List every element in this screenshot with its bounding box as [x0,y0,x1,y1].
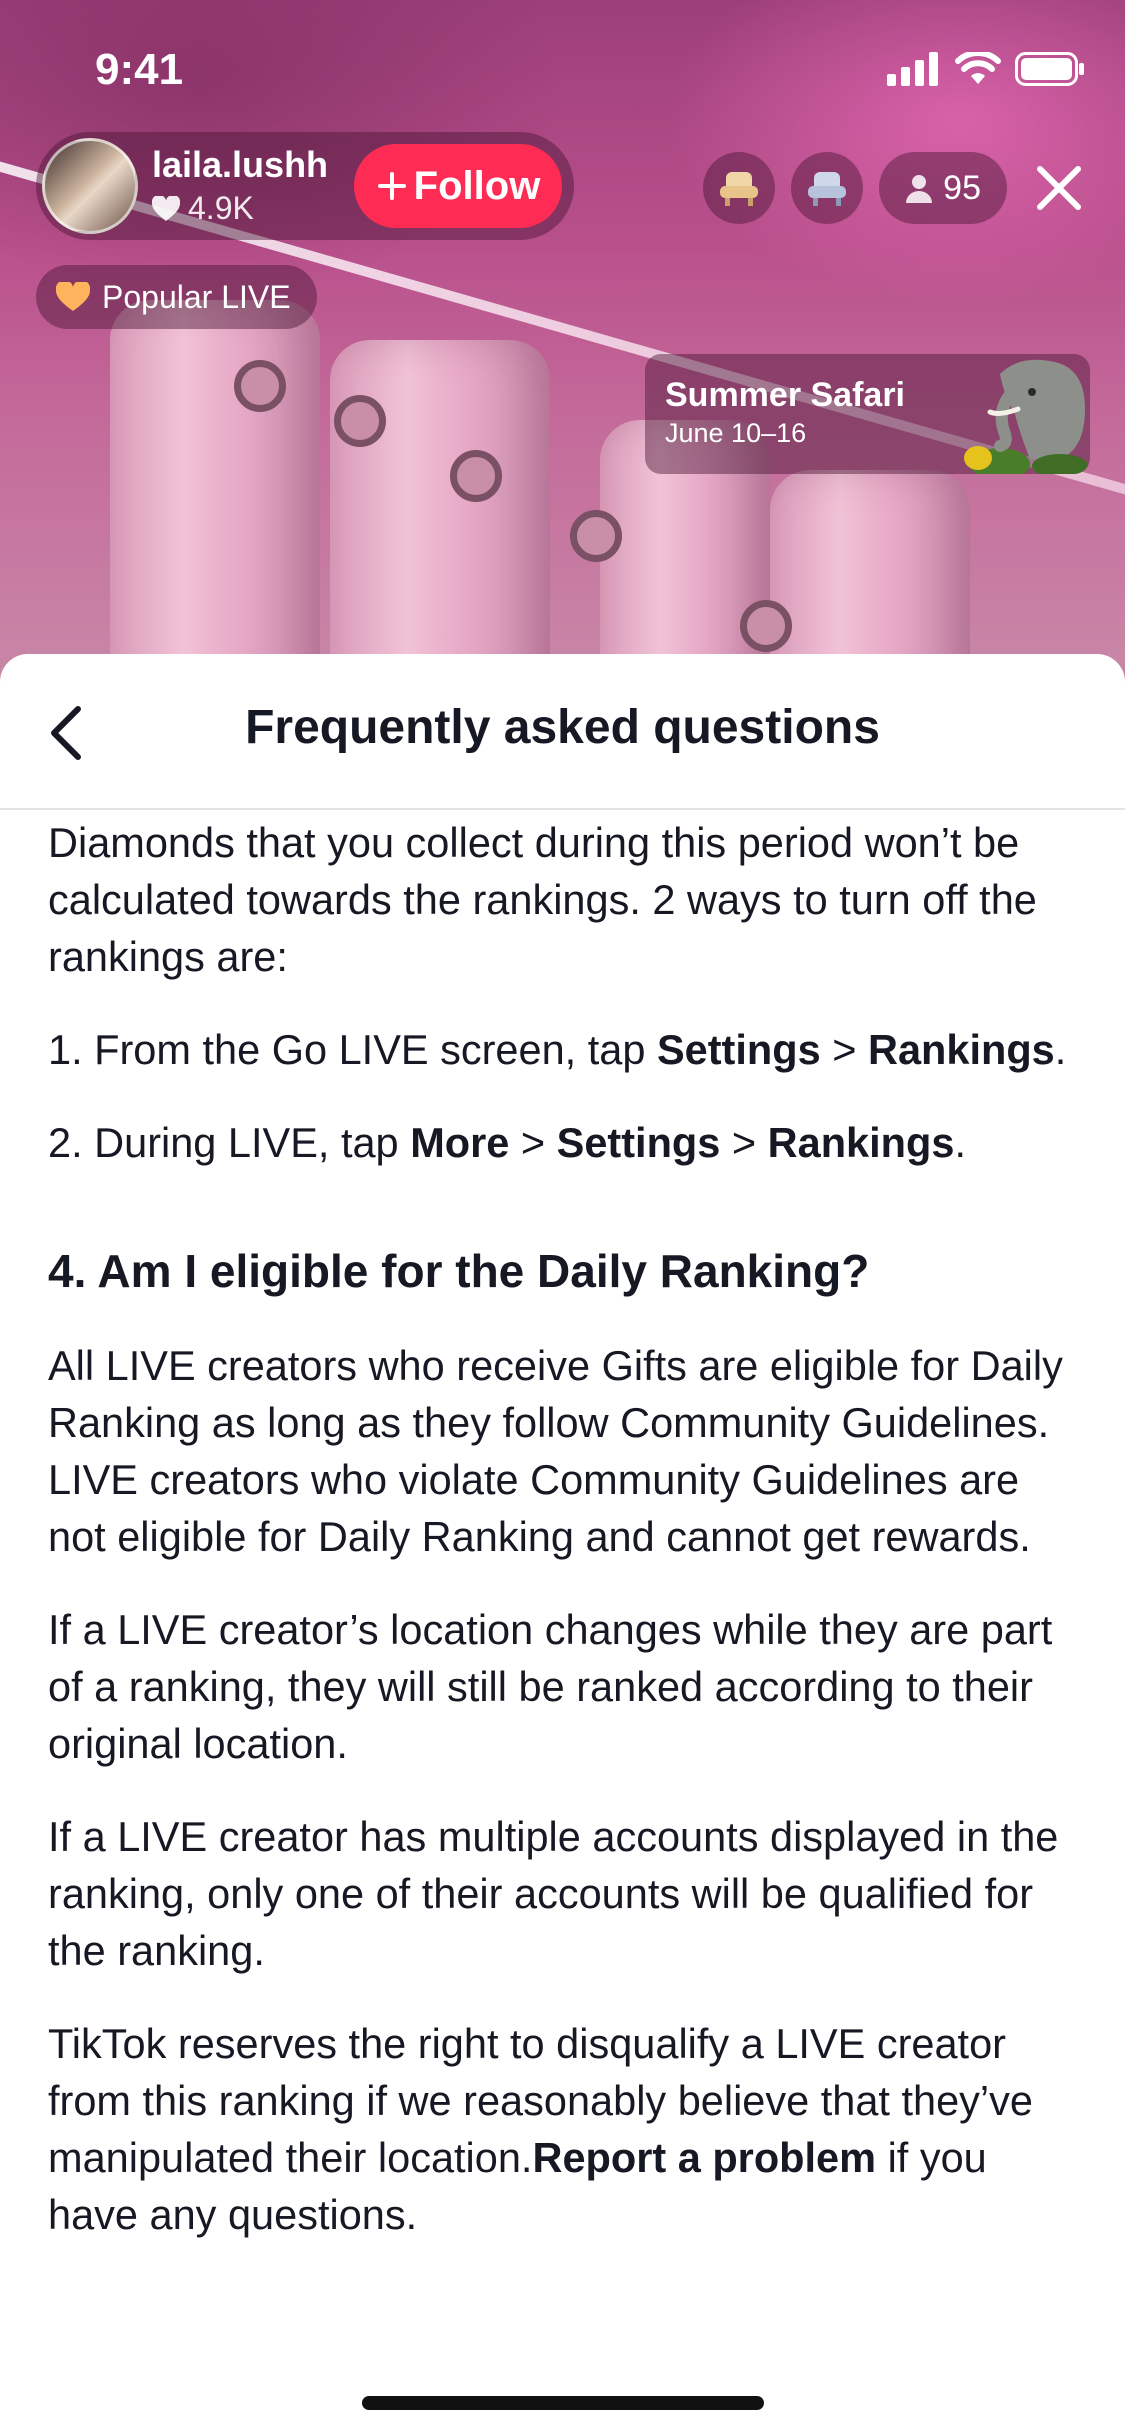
event-title: Summer Safari [665,376,905,414]
viewer-count[interactable]: 95 [879,152,1007,224]
follow-label: Follow [413,163,541,208]
close-icon [1037,166,1081,210]
popular-live-label: Popular LIVE [102,278,291,315]
status-icons [887,52,1085,86]
report-problem-link[interactable]: Report a problem [532,2134,876,2181]
live-stream-background [0,0,1125,700]
host-username: laila.lushh [152,144,329,185]
faq-step-1: 1. From the Go LIVE screen, tap Settings… [48,1021,1077,1078]
top-gifter-1[interactable] [703,152,776,224]
separator: > [720,1119,768,1166]
plus-icon [377,172,406,200]
host-info-pill[interactable]: laila.lushh 4.9K Follow [36,132,574,240]
step-2-text: 2. During LIVE, tap [48,1119,411,1166]
close-button[interactable] [1023,152,1095,224]
rankings-text: Rankings [867,1026,1055,1073]
follow-button[interactable]: Follow [354,144,562,228]
settings-text: Settings [556,1119,721,1166]
period: . [1054,1026,1067,1073]
curtain-panel [110,300,320,700]
curtain-panel [330,340,550,700]
more-text: More [410,1119,510,1166]
faq-answer-paragraph: If a LIVE creator’s location changes whi… [48,1606,1053,1767]
heart-icon [56,282,90,311]
faq-answer-paragraph: If a LIVE creator has multiple accounts … [48,1813,1059,1974]
curtain-ring [234,360,286,412]
host-avatar[interactable] [42,138,138,234]
faq-question-4: 4. Am I eligible for the Daily Ranking? [48,1245,870,1297]
cellular-signal-icon [887,52,938,86]
heart-icon [152,195,180,221]
home-indicator[interactable] [362,2396,764,2410]
battery-icon [1015,52,1084,86]
step-1-text: 1. From the Go LIVE screen, tap [48,1026,657,1073]
host-likes-count: 4.9K [188,190,254,226]
settings-text: Settings [656,1026,821,1073]
elephant-icon [964,359,1088,474]
host-likes: 4.9K [152,190,254,227]
sheet-title: Frequently asked questions [245,701,880,754]
rankings-text: Rankings [767,1119,955,1166]
curtain-ring [570,510,622,562]
period: . [954,1119,966,1166]
status-time: 9:41 [95,45,184,94]
faq-answer-paragraph: All LIVE creators who receive Gifts are … [48,1342,1063,1560]
event-banner[interactable]: Summer Safari June 10–16 [645,354,1090,474]
top-gifter-2[interactable] [791,152,864,224]
curtain-ring [334,395,386,447]
wifi-icon [955,52,1001,84]
faq-step-2: 2. During LIVE, tap More > Settings > Ra… [48,1114,1077,1171]
faq-answer-paragraph: TikTok reserves the right to disqualify … [48,2015,1077,2243]
top-right-controls: 95 [703,152,1095,224]
viewer-count-value: 95 [943,168,981,207]
event-dates: June 10–16 [665,418,807,448]
faq-content: Diamonds that you collect during this pe… [48,814,1077,2279]
seat-icon [808,172,847,206]
curtain-ring [450,450,502,502]
separator: > [509,1119,557,1166]
sheet-header: Frequently asked questions [0,654,1125,810]
seat-icon [720,172,759,206]
faq-intro: Diamonds that you collect during this pe… [48,819,1037,980]
person-icon [906,175,933,203]
faq-sheet: Frequently asked questions Diamonds that… [0,654,1125,2436]
curtain-ring [740,600,792,652]
popular-live-badge[interactable]: Popular LIVE [36,265,317,329]
separator: > [820,1026,868,1073]
